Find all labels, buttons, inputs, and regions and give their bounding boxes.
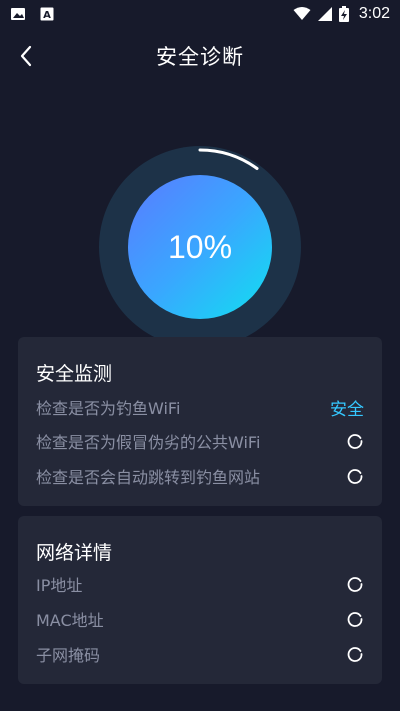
font-icon: A — [40, 7, 54, 21]
progress-core: 10% — [128, 175, 272, 319]
chevron-left-icon — [20, 45, 32, 67]
signal-icon — [317, 7, 332, 21]
clock-time: 3:02 — [358, 5, 390, 22]
loading-spinner-icon — [347, 647, 363, 662]
list-item: 检查是否会自动跳转到钓鱼网站 — [36, 464, 364, 488]
list-item: 检查是否为假冒伪劣的公共WiFi — [36, 429, 364, 453]
battery-charging-icon — [338, 6, 349, 22]
mac-address-label: MAC地址 — [36, 611, 104, 630]
security-card-title: 安全监测 — [36, 363, 113, 385]
ip-address-label: IP地址 — [36, 576, 83, 595]
wifi-icon — [293, 7, 311, 20]
loading-spinner-icon — [347, 577, 363, 592]
list-item: IP地址 — [36, 572, 364, 596]
list-item: 子网掩码 — [36, 642, 364, 666]
top-app-bar: 安全诊断 — [0, 28, 400, 84]
subnet-mask-label: 子网掩码 — [36, 646, 101, 665]
network-card-title: 网络详情 — [36, 542, 113, 564]
list-item: MAC地址 — [36, 607, 364, 631]
check-label: 检查是否为假冒伪劣的公共WiFi — [36, 433, 261, 452]
check-label: 检查是否为钓鱼WiFi — [36, 399, 181, 418]
network-details-card: 网络详情 IP地址 MAC地址 子网掩码 — [18, 516, 382, 684]
back-button[interactable] — [12, 42, 40, 70]
check-label: 检查是否会自动跳转到钓鱼网站 — [36, 468, 261, 487]
svg-text:A: A — [43, 10, 51, 21]
list-item: 检查是否为钓鱼WiFi 安全 — [36, 395, 364, 420]
loading-spinner-icon — [347, 469, 363, 484]
security-monitor-card: 安全监测 检查是否为钓鱼WiFi 安全 检查是否为假冒伪劣的公共WiFi 检查是… — [18, 337, 382, 506]
loading-spinner-icon — [347, 612, 363, 627]
diagnosis-progress: 10% — [99, 146, 301, 348]
progress-percent: 10% — [167, 228, 233, 265]
status-safe: 安全 — [330, 399, 364, 420]
image-icon — [11, 8, 25, 20]
page-title: 安全诊断 — [156, 45, 244, 69]
loading-spinner-icon — [347, 434, 363, 449]
status-bar: A 3:02 — [0, 0, 400, 28]
